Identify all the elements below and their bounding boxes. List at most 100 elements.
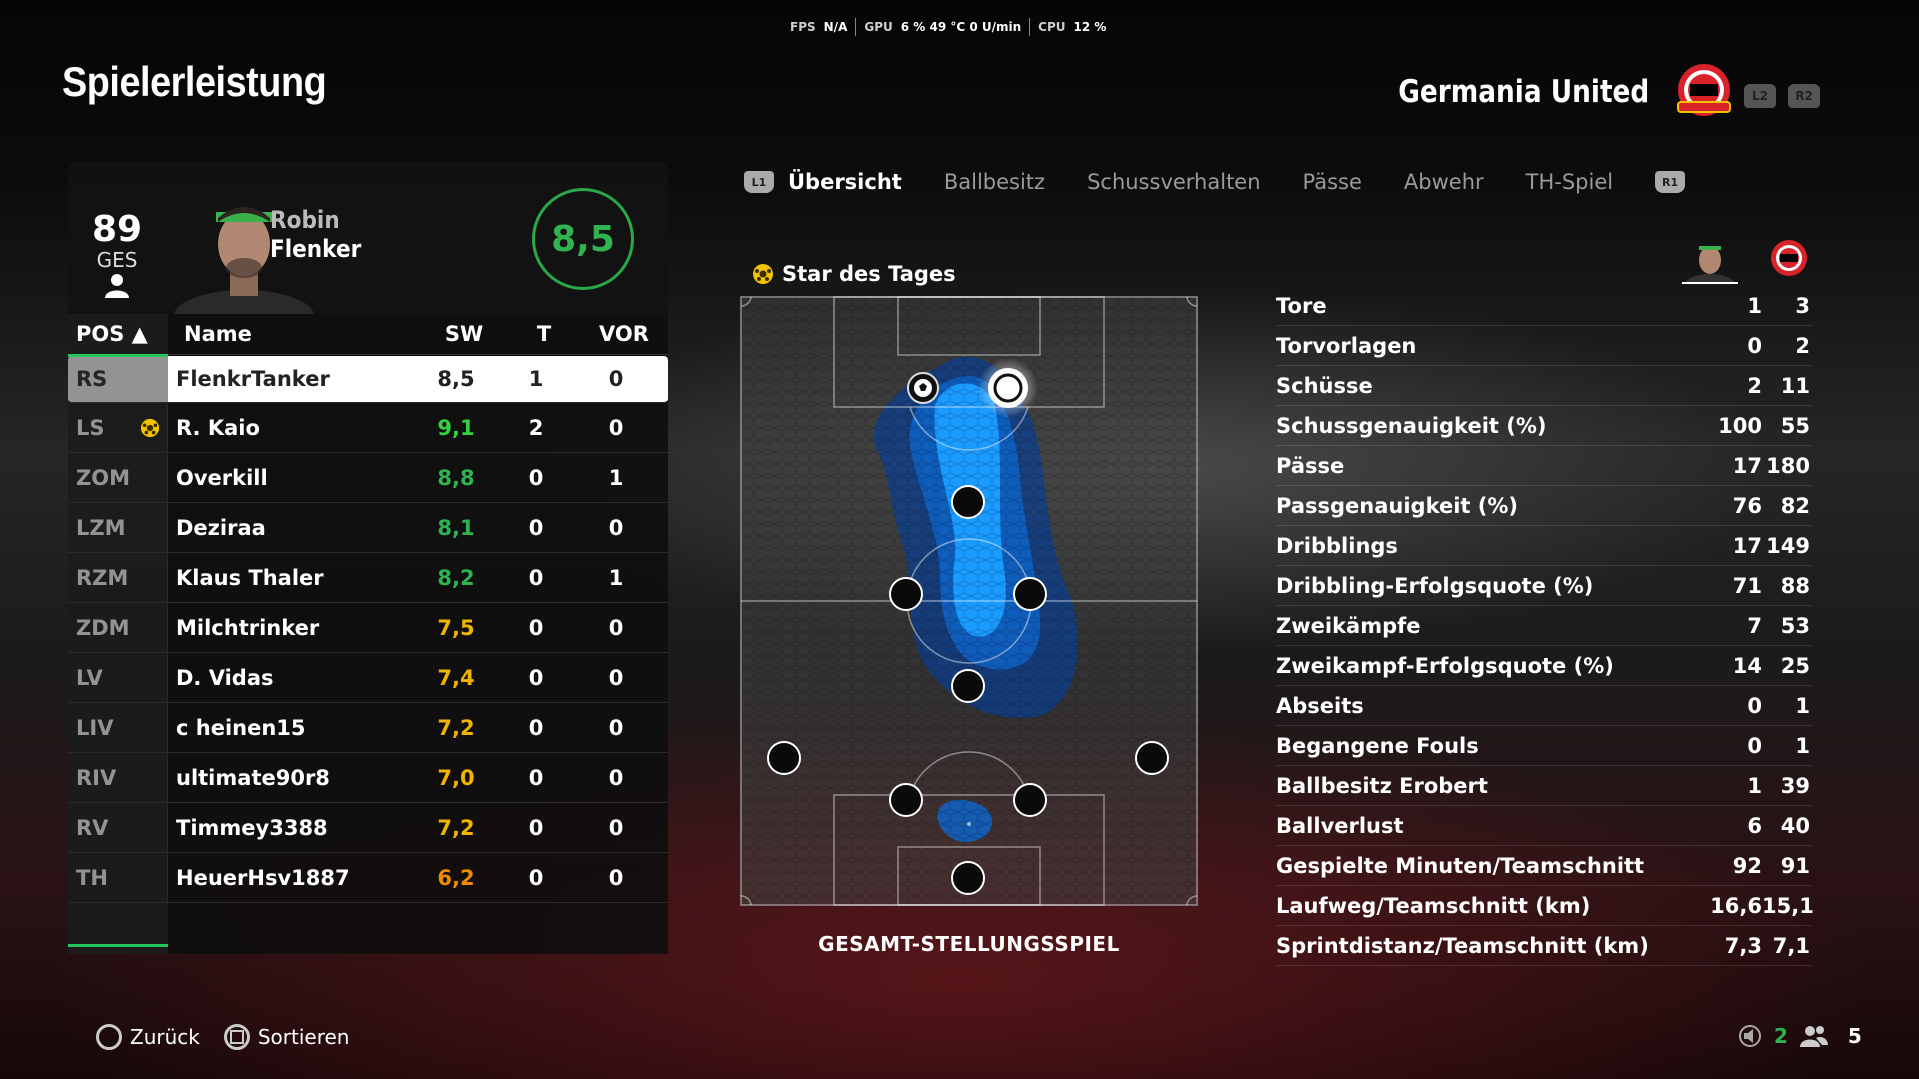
row-assists: 1 bbox=[608, 566, 624, 590]
tab-uebersicht[interactable]: Übersicht bbox=[788, 170, 902, 194]
row-name: Timmey3388 bbox=[168, 816, 416, 840]
square-button-icon bbox=[223, 1024, 250, 1050]
table-row[interactable]: RIV ultimate90r8 7,0 0 0 bbox=[68, 754, 668, 803]
tab-abwehr[interactable]: Abwehr bbox=[1404, 170, 1484, 194]
stat-player-value: 92 bbox=[1732, 853, 1762, 878]
table-row[interactable]: TH HeuerHsv1887 6,2 0 0 bbox=[68, 854, 668, 903]
overall-label: GES bbox=[96, 248, 138, 272]
row-goals: 0 bbox=[528, 866, 544, 890]
stat-row: Tore 1 3 bbox=[1276, 286, 1812, 326]
stat-team-value: 25 bbox=[1780, 653, 1810, 678]
col-header-vor[interactable]: VOR bbox=[584, 322, 664, 346]
row-assists: 0 bbox=[608, 866, 624, 890]
tab-bar: L1 Übersicht Ballbesitz Schussverhalten … bbox=[744, 170, 1686, 194]
row-goals: 1 bbox=[528, 367, 544, 391]
stat-row: Dribblings 17 149 bbox=[1276, 526, 1812, 566]
row-rating: 7,4 bbox=[437, 666, 475, 690]
stat-label: Gespielte Minuten/Teamschnitt bbox=[1276, 853, 1645, 878]
stat-label: Begangene Fouls bbox=[1276, 733, 1479, 758]
stat-team-value: 1 bbox=[1795, 733, 1810, 758]
stat-team-value: 3 bbox=[1795, 293, 1810, 318]
stat-team-value: 180 bbox=[1766, 453, 1810, 478]
sort-hint[interactable]: Sortieren bbox=[223, 1024, 349, 1050]
l1-button[interactable]: L1 bbox=[744, 171, 774, 193]
party-count: 5 bbox=[1847, 1024, 1862, 1048]
r1-button[interactable]: R1 bbox=[1655, 171, 1686, 193]
cpu-label: CPU bbox=[1038, 20, 1066, 34]
row-rating: 6,2 bbox=[437, 866, 475, 890]
table-row[interactable]: RZM Klaus Thaler 8,2 0 1 bbox=[68, 554, 668, 603]
row-goals: 0 bbox=[528, 766, 544, 790]
r2-button[interactable]: R2 bbox=[1788, 84, 1820, 108]
row-assists: 0 bbox=[608, 367, 624, 391]
tab-schussverhalten[interactable]: Schussverhalten bbox=[1087, 170, 1260, 194]
row-name-text: FlenkrTanker bbox=[176, 367, 330, 391]
table-row[interactable]: LIV c heinen15 7,2 0 0 bbox=[68, 704, 668, 753]
table-row[interactable]: RS FlenkrTanker 8,5 1 0 bbox=[68, 356, 668, 403]
row-position: LV bbox=[68, 654, 168, 702]
stat-label: Passgenauigkeit (%) bbox=[1276, 493, 1519, 518]
row-goals: 0 bbox=[528, 716, 544, 740]
stat-player-value: 76 bbox=[1732, 493, 1762, 518]
row-assists: 0 bbox=[608, 416, 624, 440]
gpu-label: GPU bbox=[864, 20, 893, 34]
col-header-name[interactable]: Name bbox=[176, 322, 424, 346]
table-row[interactable]: ZOM Overkill 8,8 0 1 bbox=[68, 454, 668, 503]
stat-label: Abseits bbox=[1276, 693, 1364, 718]
row-name: ultimate90r8 bbox=[168, 766, 416, 790]
stat-player-value: 0 bbox=[1747, 333, 1762, 358]
stat-label: Torvorlagen bbox=[1276, 333, 1417, 358]
stat-team-value: 2 bbox=[1795, 333, 1810, 358]
row-name-text: Milchtrinker bbox=[176, 616, 320, 640]
stat-player-value: 16,6 bbox=[1710, 893, 1762, 918]
row-name-text: D. Vidas bbox=[176, 666, 274, 690]
l2-button[interactable]: L2 bbox=[1744, 84, 1776, 108]
row-goals: 0 bbox=[528, 566, 544, 590]
stat-row: Schüsse 2 11 bbox=[1276, 366, 1812, 406]
col-header-pos[interactable]: POS ▲ bbox=[68, 322, 176, 346]
stat-row: Laufweg/Teamschnitt (km) 16,6 15,1 bbox=[1276, 886, 1814, 926]
row-position: RIV bbox=[68, 754, 168, 802]
table-row[interactable]: LV D. Vidas 7,4 0 0 bbox=[68, 654, 668, 703]
tab-th-spiel[interactable]: TH-Spiel bbox=[1526, 170, 1613, 194]
stat-team-value: 91 bbox=[1780, 853, 1810, 878]
row-name-text: c heinen15 bbox=[176, 716, 306, 740]
online-status: 2 5 bbox=[1738, 1024, 1862, 1048]
teammate-marker bbox=[767, 741, 801, 775]
fps-label: FPS bbox=[790, 20, 816, 34]
table-row[interactable]: LS R. Kaio 9,1 2 0 bbox=[68, 404, 668, 453]
stat-player-value: 17 bbox=[1732, 533, 1762, 558]
col-header-sw[interactable]: SW bbox=[424, 322, 504, 346]
player-avatar-small bbox=[1682, 246, 1738, 284]
table-row[interactable]: RV Timmey3388 7,2 0 0 bbox=[68, 804, 668, 853]
row-position: ZOM bbox=[68, 454, 168, 502]
stat-team-value: 1 bbox=[1795, 693, 1810, 718]
tab-ballbesitz[interactable]: Ballbesitz bbox=[944, 170, 1045, 194]
stat-team-value: 149 bbox=[1766, 533, 1810, 558]
row-goals: 0 bbox=[528, 666, 544, 690]
row-name-text: Timmey3388 bbox=[176, 816, 328, 840]
row-name-text: HeuerHsv1887 bbox=[176, 866, 350, 890]
back-hint[interactable]: Zurück bbox=[96, 1024, 200, 1050]
tab-paesse[interactable]: Pässe bbox=[1303, 170, 1362, 194]
team-name: Germania United bbox=[1397, 74, 1649, 110]
row-rating: 7,5 bbox=[437, 616, 475, 640]
stat-team-value: 39 bbox=[1780, 773, 1810, 798]
star-label-text: Star des Tages bbox=[782, 262, 956, 286]
stat-player-value: 0 bbox=[1747, 733, 1762, 758]
table-row[interactable]: LZM Deziraa 8,1 0 0 bbox=[68, 504, 668, 553]
col-header-t[interactable]: T bbox=[504, 322, 584, 346]
table-row[interactable]: ZDM Milchtrinker 7,5 0 0 bbox=[68, 604, 668, 653]
stat-team-value: 88 bbox=[1780, 573, 1810, 598]
row-name: HeuerHsv1887 bbox=[168, 866, 416, 890]
row-name-text: R. Kaio bbox=[176, 416, 260, 440]
stat-row: Passgenauigkeit (%) 76 82 bbox=[1276, 486, 1812, 526]
circle-button-icon bbox=[96, 1024, 122, 1050]
ball-icon bbox=[907, 372, 939, 404]
stat-label: Ballverlust bbox=[1276, 813, 1404, 838]
person-icon bbox=[105, 274, 129, 298]
stat-row: Ballbesitz Erobert 1 39 bbox=[1276, 766, 1812, 806]
stat-row: Begangene Fouls 0 1 bbox=[1276, 726, 1812, 766]
stat-label: Zweikämpfe bbox=[1276, 613, 1421, 638]
stat-row: Gespielte Minuten/Teamschnitt 92 91 bbox=[1276, 846, 1812, 886]
